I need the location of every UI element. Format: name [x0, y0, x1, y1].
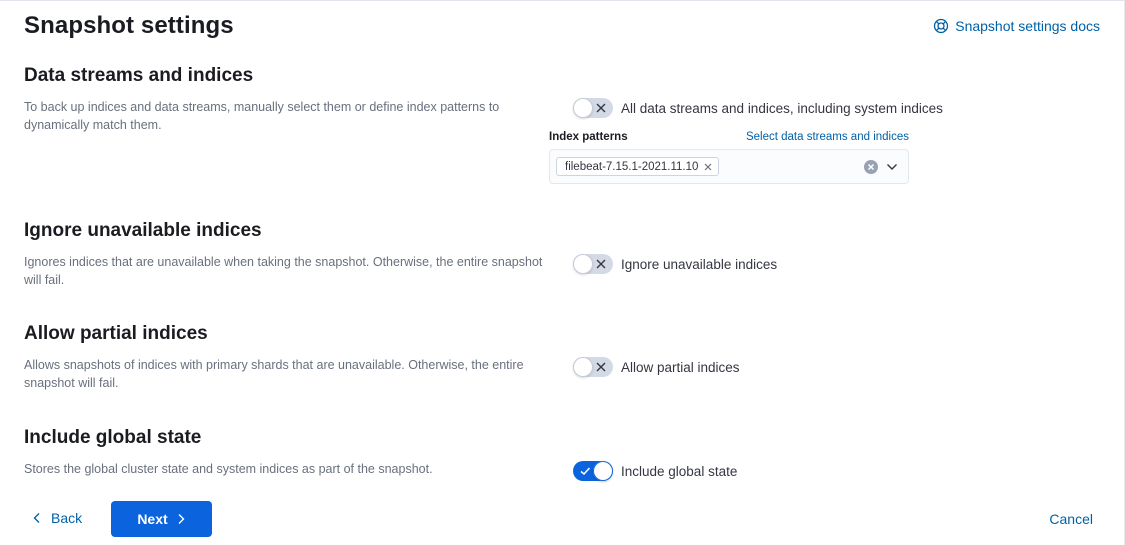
allow-partial-description: Allows snapshots of indices with primary… [24, 358, 524, 390]
index-pattern-pill-label: filebeat-7.15.1-2021.11.10 [565, 160, 699, 173]
page-title: Snapshot settings [24, 12, 234, 39]
ignore-unavailable-description: Ignores indices that are unavailable whe… [24, 255, 543, 287]
snapshot-settings-page: Snapshot settings Snapshot settings docs… [0, 0, 1125, 545]
chevron-right-icon [178, 514, 185, 524]
ignore-unavailable-title: Ignore unavailable indices [24, 220, 262, 241]
data-streams-description: To back up indices and data streams, man… [24, 100, 500, 132]
footer-actions: Back Next Cancel [0, 501, 1125, 537]
back-button-label: Back [51, 510, 83, 526]
allow-partial-toggle[interactable] [573, 357, 613, 377]
all-data-streams-label: All data streams and indices, including … [621, 100, 943, 116]
cross-icon [596, 362, 606, 372]
include-global-state-label: Include global state [621, 463, 738, 479]
global-state-section: Include global state Stores the global c… [24, 427, 1104, 481]
ignore-unavailable-toggle[interactable] [573, 254, 613, 274]
select-data-streams-link[interactable]: Select data streams and indices [746, 131, 909, 143]
check-icon [580, 467, 591, 476]
ignore-unavailable-section: Ignore unavailable indices Ignores indic… [24, 220, 1104, 287]
index-patterns-combobox[interactable]: filebeat-7.15.1-2021.11.10 [549, 149, 909, 184]
data-streams-section: Data streams and indices To back up indi… [24, 65, 1104, 132]
include-global-state-toggle[interactable] [573, 461, 613, 481]
global-state-description: Stores the global cluster state and syst… [24, 462, 433, 476]
cross-icon[interactable] [704, 163, 712, 171]
next-button[interactable]: Next [111, 501, 212, 537]
cross-icon [596, 103, 606, 113]
snapshot-settings-docs-link[interactable]: Snapshot settings docs [933, 18, 1100, 34]
data-streams-title: Data streams and indices [24, 65, 254, 86]
back-button[interactable]: Back [32, 510, 82, 526]
next-button-label: Next [137, 511, 168, 527]
index-pattern-pill: filebeat-7.15.1-2021.11.10 [556, 157, 720, 176]
global-state-title: Include global state [24, 427, 202, 448]
chevron-left-icon [33, 513, 40, 523]
index-patterns-label: Index patterns [549, 131, 628, 143]
chevron-down-icon[interactable] [886, 161, 898, 173]
index-patterns-header: Index patterns Select data streams and i… [549, 131, 909, 143]
allow-partial-label: Allow partial indices [621, 359, 740, 375]
lifebuoy-icon [933, 18, 949, 34]
cancel-button[interactable]: Cancel [1049, 511, 1093, 527]
ignore-unavailable-label: Ignore unavailable indices [621, 256, 778, 272]
all-data-streams-toggle[interactable] [573, 98, 613, 118]
clear-circle-icon[interactable] [864, 160, 878, 174]
docs-link-label: Snapshot settings docs [955, 18, 1100, 34]
allow-partial-title: Allow partial indices [24, 323, 208, 344]
allow-partial-section: Allow partial indices Allows snapshots o… [24, 323, 1104, 390]
cross-icon [596, 259, 606, 269]
